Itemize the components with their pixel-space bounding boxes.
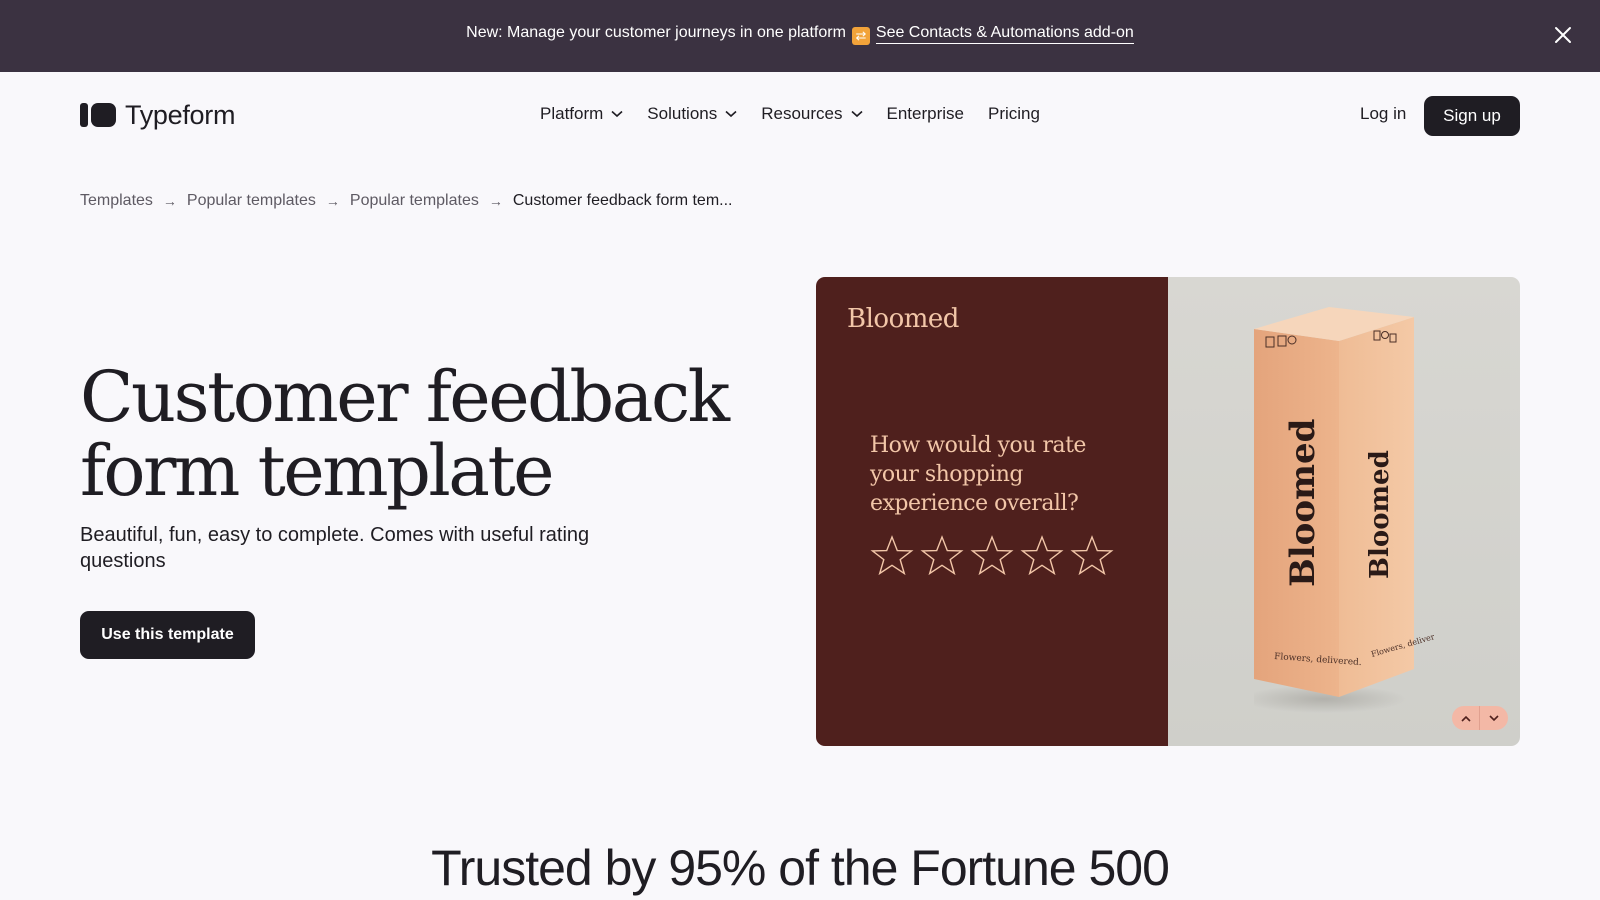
box-brand-text-side: Bloomed: [1365, 450, 1395, 579]
chevron-up-icon[interactable]: [1452, 706, 1480, 730]
star-icon[interactable]: [970, 534, 1014, 578]
arrow-right-icon: →: [325, 193, 340, 209]
nav-enterprise-label: Enterprise: [886, 104, 964, 123]
login-link[interactable]: Log in: [1360, 104, 1406, 124]
nav-solutions-label: Solutions: [647, 104, 718, 123]
nav-enterprise[interactable]: Enterprise: [887, 104, 964, 124]
use-template-button[interactable]: Use this template: [80, 611, 255, 659]
announcement-message: New: Manage your customer journeys in on…: [0, 23, 1600, 45]
star-icon[interactable]: [1020, 534, 1064, 578]
page-title-line-1: Customer feedback: [80, 356, 730, 438]
typeform-logo-icon: [80, 103, 116, 127]
preview-form-panel: Bloomed How would you rate your shopping…: [816, 277, 1168, 746]
arrow-right-icon: →: [162, 193, 177, 209]
trusted-heading: Trusted by 95% of the Fortune 500: [431, 840, 1170, 896]
star-icon[interactable]: [870, 534, 914, 578]
product-box-image: Bloomed Bloomed Flowers, delivered. Flow…: [1242, 307, 1448, 722]
breadcrumb-popular-templates-2[interactable]: Popular templates: [350, 192, 479, 210]
breadcrumb: Templates → Popular templates → Popular …: [80, 192, 733, 210]
template-preview: Bloomed How would you rate your shopping…: [816, 277, 1520, 746]
preview-brand: Bloomed: [847, 304, 959, 334]
star-rating: [870, 534, 1114, 578]
arrow-right-icon: →: [488, 193, 503, 209]
chevron-down-icon: [725, 110, 737, 118]
nav-pricing[interactable]: Pricing: [988, 104, 1040, 124]
page-title-line-2: form template: [80, 430, 555, 512]
nav-platform[interactable]: Platform: [540, 104, 623, 124]
nav-resources[interactable]: Resources: [761, 104, 863, 124]
breadcrumb-current: Customer feedback form tem...: [512, 192, 733, 209]
announcement-text: New: Manage your customer journeys in on…: [466, 24, 846, 41]
box-brand-text: Bloomed: [1283, 419, 1323, 587]
nav-resources-label: Resources: [761, 104, 843, 123]
nav-platform-label: Platform: [540, 104, 604, 123]
brand-name: Typeform: [125, 99, 236, 130]
breadcrumb-templates[interactable]: Templates: [80, 192, 153, 210]
breadcrumb-popular-templates[interactable]: Popular templates: [187, 192, 316, 210]
preview-question: How would you rate your shopping experie…: [870, 433, 1086, 516]
nav-pricing-label: Pricing: [987, 104, 1040, 123]
page-subtitle: Beautiful, fun, easy to complete. Comes …: [80, 524, 590, 572]
signup-button[interactable]: Sign up: [1424, 96, 1520, 136]
chevron-down-icon: [611, 110, 623, 118]
chevron-down-icon[interactable]: [1480, 706, 1508, 730]
preview-image-panel: Bloomed Bloomed Flowers, delivered. Flow…: [1168, 277, 1520, 746]
page-title: Customer feedback form template: [80, 356, 730, 512]
chevron-down-icon: [850, 110, 863, 118]
star-icon[interactable]: [920, 534, 964, 578]
contacts-automations-link[interactable]: See Contacts & Automations add-on: [875, 24, 1134, 44]
announcement-bar: New: Manage your customer journeys in on…: [0, 0, 1600, 72]
shuffle-icon: ⇄: [851, 27, 870, 45]
nav-solutions[interactable]: Solutions: [647, 104, 737, 124]
preview-navigation: [1452, 706, 1508, 730]
main-nav: Platform Solutions Resources Enterprise …: [540, 104, 1064, 124]
typeform-logo[interactable]: Typeform: [80, 100, 235, 130]
star-icon[interactable]: [1070, 534, 1114, 578]
close-icon[interactable]: [1552, 24, 1574, 46]
